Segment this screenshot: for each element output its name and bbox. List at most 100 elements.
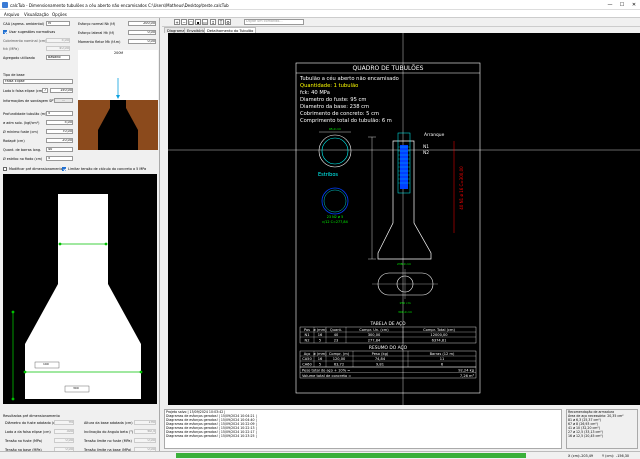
table-cell: 23 <box>334 339 339 343</box>
menu-opcoes[interactable]: Opções <box>52 12 67 17</box>
rodape-label: Rodapé (cm) <box>3 139 25 143</box>
settings-icon[interactable]: ⚙ <box>225 19 231 25</box>
tipo-base-label: Tipo de base <box>3 73 25 77</box>
resumo-title: RESUMO DO AÇO <box>369 345 408 351</box>
peso-value: 92,24 kg <box>458 369 474 373</box>
info-line: fck: 40 MPa <box>300 90 330 96</box>
cobrimento-label: Cobrimento nominal (cm) <box>3 39 47 43</box>
dimension-canvas: 190 300 <box>3 174 157 404</box>
esforco-lateral-field[interactable]: 0,00 <box>128 30 156 35</box>
menu-visualizacao[interactable]: Visualização <box>24 12 49 17</box>
resumo-cell: 74,84 <box>375 357 386 361</box>
caa-label: CAA (agress. ambiental) <box>3 22 45 26</box>
resumo-header: Peso (kg) <box>372 352 389 356</box>
result-label: Inclinação do ângulo beta (°) <box>84 430 134 434</box>
save-icon[interactable]: ▪ <box>195 19 201 25</box>
zoom-in-icon[interactable]: + <box>174 19 180 25</box>
title-bar: calcTub - Dimensionamento tubulões a céu… <box>0 0 640 10</box>
zoom-fit-icon[interactable]: □ <box>188 19 194 25</box>
estribo-field[interactable]: 5 <box>46 156 73 161</box>
momento-field[interactable]: 0,00 <box>128 39 156 44</box>
maximize-button[interactable]: ☐ <box>616 0 628 10</box>
lado-field[interactable]: 150,00 <box>50 88 73 93</box>
table-cell: 12000,00 <box>430 333 448 337</box>
info-line: Cobrimento de concreto: 5 cm <box>300 111 379 117</box>
adm-field[interactable]: 5,00 <box>46 120 73 125</box>
cobrimento-field[interactable]: 5,00 <box>46 38 70 43</box>
sondagem-button[interactable]: … <box>54 98 73 103</box>
log-panel[interactable]: Projeto salvo | 15/09/2024 10:03:42 | Di… <box>164 409 562 449</box>
table-cell: 6374,81 <box>432 339 447 343</box>
minimize-button[interactable]: — <box>604 0 616 10</box>
table-cell: 277,84 <box>368 339 381 343</box>
info-line: Diametro do fuste: 95 cm <box>300 97 366 103</box>
info-line: Diametro da base: 238 cm <box>300 104 369 110</box>
resumo-cell: 63,72 <box>334 363 344 367</box>
resumo-cell: CA50 <box>302 357 312 361</box>
tipo-base-select[interactable]: Falsa Elipse <box>3 79 73 84</box>
fck-field[interactable]: 40,00 <box>46 46 70 51</box>
zoom-out-icon[interactable]: − <box>181 19 187 25</box>
arranque-label: Arranque <box>424 132 445 138</box>
esforco-normal-label: Esforço normal Nk (tf) <box>78 22 116 26</box>
barras-label: Quant. de barras long. <box>3 148 42 152</box>
lado-count-field[interactable]: 7 <box>42 88 48 93</box>
fuste-field[interactable]: 70,00 <box>46 129 73 134</box>
resumo-cell: 5 <box>319 363 321 367</box>
fck-label: fck (MPa) <box>3 47 19 51</box>
result-label: Tensão limite no fuste (MPa) <box>84 439 132 443</box>
peso-label: Peso total do aço + 10% = <box>302 369 350 373</box>
recom-panel: Recomendação de armadura Área de aço nec… <box>566 409 638 449</box>
table-aco-title: TABELA DE AÇO <box>369 321 406 327</box>
app-icon <box>2 2 8 8</box>
text-icon[interactable]: T <box>218 19 224 25</box>
table-cell: 5 <box>319 339 321 343</box>
resumo-cell: CA60 <box>302 363 312 367</box>
table-header: Compr. Un. (cm) <box>359 328 389 332</box>
print-icon[interactable]: ▭ <box>202 19 208 25</box>
estribo-spec: 23 N2 ø 5 <box>327 215 343 219</box>
prof-field[interactable]: 5 <box>46 111 73 116</box>
agregado-select[interactable]: Basalto <box>46 55 70 60</box>
agregado-label: Agregado utilizado <box>3 56 35 60</box>
table-cell: N1 <box>305 333 310 337</box>
result-value: 60,5 <box>134 429 156 434</box>
dim-150-label: 150 cm <box>399 301 410 305</box>
dim-95-label: 95,0 cm <box>329 127 341 131</box>
esforco-normal-field[interactable]: 200,00 <box>128 21 156 26</box>
menu-bar: Arquivo Visualização Opções <box>0 10 640 18</box>
command-input[interactable]: Digite um comando... <box>244 19 304 25</box>
use-suggested-checkbox[interactable] <box>3 30 7 34</box>
adm-label: σ adm solo. (kgf/cm²) <box>3 121 40 125</box>
preview-load-label: 200tf <box>114 51 123 55</box>
info-line: Comprimento total do tubulão: 6 m <box>300 118 392 124</box>
limitar-label: Limitar tensão de cálculo do concreto a … <box>68 167 147 171</box>
log-line: Diagramas de esforços gerados! | 15/09/2… <box>166 434 257 438</box>
y-coord-value: -156,30 <box>616 454 630 458</box>
result-label: Lado a da falsa elipse (cm) <box>5 430 51 434</box>
resumo-cell: 6 <box>441 363 444 367</box>
window-title: calcTub - Dimensionamento tubulões a céu… <box>10 3 229 8</box>
resumo-header: Barras (12 m) <box>430 352 455 356</box>
left-panel: CAA (agress. ambiental) IV Usar sugestõe… <box>0 18 160 459</box>
close-button[interactable]: ✕ <box>628 0 640 10</box>
dim-238-label: 238,0 cm <box>397 262 411 266</box>
menu-arquivo[interactable]: Arquivo <box>4 12 19 17</box>
table-header: Quant. <box>330 328 342 332</box>
barras-field[interactable]: 40 <box>46 147 73 152</box>
result-value: 0,00 <box>134 438 156 443</box>
resumo-header: Aço <box>304 352 311 356</box>
modificar-checkbox[interactable] <box>3 167 7 171</box>
estribos-label: Estribos <box>318 172 338 178</box>
toolbar: + − □ ▪ ▭ ↕ T ⚙ Digite um comando... <box>162 18 640 27</box>
resumo-cell: 16 <box>318 357 323 361</box>
esforco-lateral-label: Esforço lateral Hk (tf) <box>78 31 115 35</box>
preview-canvas: 200tf <box>78 50 158 150</box>
limitar-checkbox[interactable] <box>62 167 66 171</box>
lado-label: Lado b falsa elipse (cm) <box>3 89 44 93</box>
measure-icon[interactable]: ↕ <box>210 19 216 25</box>
rodape-field[interactable]: 20,00 <box>46 138 73 143</box>
caa-select[interactable]: IV <box>46 21 70 26</box>
drawing-canvas[interactable]: QUADRO DE TUBULÕES Tubulão a céu aberto … <box>168 33 640 405</box>
table-cell: 16 <box>318 333 323 337</box>
